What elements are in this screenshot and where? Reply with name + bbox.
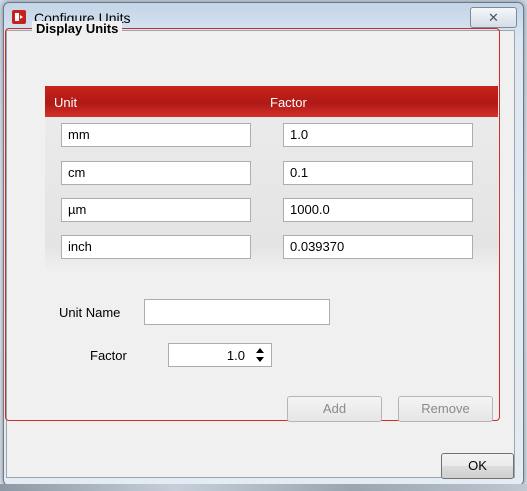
factor-cell-input[interactable]: 1000.0 [283,198,473,222]
units-app-icon [12,10,26,24]
remove-button[interactable]: Remove [398,396,493,422]
factor-stepper-value: 1.0 [226,348,245,363]
up-down-arrows-icon[interactable] [255,346,265,364]
close-icon: ✕ [488,10,499,25]
factor-cell-input[interactable]: 1.0 [283,123,473,147]
display-units-legend: Display Units [32,21,123,36]
header-unit: Unit [54,95,78,110]
add-button[interactable]: Add [287,396,382,422]
unit-cell-input[interactable]: inch [61,235,251,259]
unit-name-label: Unit Name [59,305,121,320]
factor-cell-input[interactable]: 0.1 [283,161,473,185]
ok-button[interactable]: OK [441,453,514,479]
unit-cell-input[interactable]: µm [61,198,251,222]
unit-cell-input[interactable]: cm [61,161,251,185]
unit-cell-input[interactable]: mm [61,123,251,147]
close-button[interactable]: ✕ [470,7,517,28]
unit-name-input[interactable] [144,299,330,325]
units-table-header: Unit Factor [45,86,498,117]
factor-stepper[interactable]: 1.0 [168,343,272,367]
taskbar-strip [0,484,527,491]
header-factor: Factor [270,95,307,110]
factor-cell-input[interactable]: 0.039370 [283,235,473,259]
factor-label: Factor [90,348,127,363]
